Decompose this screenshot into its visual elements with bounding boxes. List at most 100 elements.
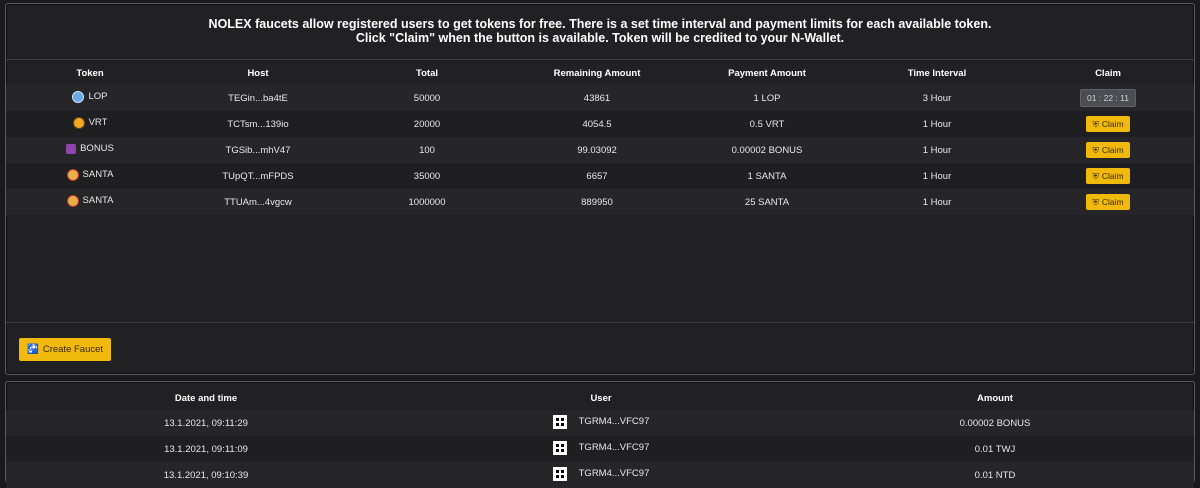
lop-coin-icon <box>72 90 85 103</box>
token-name: VRT <box>88 117 108 128</box>
header-interval: Time Interval <box>907 67 967 79</box>
claim-history-panel: Date and time User Amount 13.1.2021, 09:… <box>5 381 1195 488</box>
token-name: SANTA <box>82 169 114 180</box>
shield-icon: ⛨ <box>1092 144 1099 155</box>
claim-countdown: 01 : 22 : 11 <box>1080 89 1136 107</box>
host-cell: TGSib...mhV47 <box>174 137 342 163</box>
remaining-cell: 889950 <box>512 189 682 215</box>
claim-cell: ⛨ Claim <box>1022 189 1194 215</box>
header-user: User <box>590 392 612 404</box>
token-name: SANTA <box>82 195 114 206</box>
claim-history-table: Date and time User Amount 13.1.2021, 09:… <box>6 386 1194 488</box>
host-cell: TCTsm...139io <box>174 111 342 137</box>
divider <box>6 322 1194 323</box>
claim-button[interactable]: ⛨ Claim <box>1086 142 1130 158</box>
total-cell: 50000 <box>342 85 512 111</box>
amount-cell: 0.01 NTD <box>796 462 1194 488</box>
token-cell: LOP <box>6 85 174 111</box>
intro-line-2: Click "Claim" when the button is availab… <box>355 31 845 45</box>
divider <box>6 59 1194 60</box>
datetime-cell: 13.1.2021, 09:11:29 <box>6 410 406 436</box>
header-amount: Amount <box>977 392 1013 404</box>
amount-cell: 0.01 TWJ <box>796 436 1194 462</box>
user-avatar-icon <box>552 440 567 455</box>
interval-cell: 1 Hour <box>852 163 1022 189</box>
interval-cell: 3 Hour <box>852 85 1022 111</box>
claim-button[interactable]: ⛨ Claim <box>1086 116 1130 132</box>
token-cell: SANTA <box>6 189 174 215</box>
payment-cell: 0.5 VRT <box>682 111 852 137</box>
header-claim: Claim <box>1095 67 1121 79</box>
claim-cell: 01 : 22 : 11 <box>1022 85 1194 111</box>
faucet-icon: 🚰 <box>27 344 39 355</box>
remaining-cell: 4054.5 <box>512 111 682 137</box>
host-cell: TUpQT...mFPDS <box>174 163 342 189</box>
claim-button[interactable]: ⛨ Claim <box>1086 168 1130 184</box>
payment-cell: 0.00002 BONUS <box>682 137 852 163</box>
santa-coin-icon <box>66 194 79 207</box>
remaining-cell: 6657 <box>512 163 682 189</box>
total-cell: 35000 <box>342 163 512 189</box>
user-cell: TGRM4...VFC97 <box>406 436 796 462</box>
user-address: TGRM4...VFC97 <box>578 442 650 453</box>
table-row: LOP TEGin...ba4tE 50000 43861 1 LOP 3 Ho… <box>6 85 1194 111</box>
user-cell: TGRM4...VFC97 <box>406 462 796 488</box>
header-token: Token <box>76 67 104 79</box>
table-row: 13.1.2021, 09:11:09 TGRM4...VFC97 0.01 T… <box>6 436 1194 462</box>
token-cell: BONUS <box>6 137 174 163</box>
payment-cell: 1 SANTA <box>682 163 852 189</box>
shield-icon: ⛨ <box>1092 196 1099 207</box>
token-cell: SANTA <box>6 163 174 189</box>
vrt-coin-icon <box>72 116 85 129</box>
claim-cell: ⛨ Claim <box>1022 137 1194 163</box>
faucet-panel: NOLEX faucets allow registered users to … <box>5 3 1195 375</box>
interval-cell: 1 Hour <box>852 111 1022 137</box>
table-row: SANTA TUpQT...mFPDS 35000 6657 1 SANTA 1… <box>6 163 1194 189</box>
user-address: TGRM4...VFC97 <box>578 416 650 427</box>
total-cell: 1000000 <box>342 189 512 215</box>
total-cell: 20000 <box>342 111 512 137</box>
shield-icon: ⛨ <box>1092 118 1099 129</box>
claim-cell: ⛨ Claim <box>1022 111 1194 137</box>
user-avatar-icon <box>552 414 567 429</box>
faucet-table: Token Host Total Remaining Amount Paymen… <box>6 61 1194 215</box>
intro-line-1: NOLEX faucets allow registered users to … <box>208 17 992 31</box>
table-row: VRT TCTsm...139io 20000 4054.5 0.5 VRT 1… <box>6 111 1194 137</box>
santa-coin-icon <box>66 168 79 181</box>
table-row: 13.1.2021, 09:11:29 TGRM4...VFC97 0.0000… <box>6 410 1194 436</box>
create-faucet-button[interactable]: 🚰 Create Faucet <box>19 338 112 361</box>
header-host: Host <box>247 67 269 79</box>
faucet-table-header: Token Host Total Remaining Amount Paymen… <box>6 61 1194 85</box>
history-table-header: Date and time User Amount <box>6 386 1194 410</box>
create-faucet-label: Create Faucet <box>42 344 104 355</box>
user-avatar-icon <box>552 466 567 481</box>
table-row: SANTA TTUAm...4vgcw 1000000 889950 25 SA… <box>6 189 1194 215</box>
table-row: BONUS TGSib...mhV47 100 99.03092 0.00002… <box>6 137 1194 163</box>
claim-label: Claim <box>1101 145 1124 155</box>
amount-cell: 0.00002 BONUS <box>796 410 1194 436</box>
header-remaining: Remaining Amount <box>553 67 641 79</box>
remaining-cell: 99.03092 <box>512 137 682 163</box>
claim-label: Claim <box>1101 171 1124 181</box>
claim-cell: ⛨ Claim <box>1022 163 1194 189</box>
host-cell: TEGin...ba4tE <box>174 85 342 111</box>
header-datetime: Date and time <box>174 392 238 404</box>
host-cell: TTUAm...4vgcw <box>174 189 342 215</box>
total-cell: 100 <box>342 137 512 163</box>
datetime-cell: 13.1.2021, 09:10:39 <box>6 462 406 488</box>
table-row: 13.1.2021, 09:10:39 TGRM4...VFC97 0.01 N… <box>6 462 1194 488</box>
datetime-cell: 13.1.2021, 09:11:09 <box>6 436 406 462</box>
token-name: BONUS <box>80 143 114 155</box>
user-cell: TGRM4...VFC97 <box>406 410 796 436</box>
token-name: LOP <box>88 91 108 102</box>
shield-icon: ⛨ <box>1092 170 1099 181</box>
payment-cell: 25 SANTA <box>682 189 852 215</box>
faucet-intro: NOLEX faucets allow registered users to … <box>6 4 1194 47</box>
claim-label: Claim <box>1101 119 1124 129</box>
claim-button[interactable]: ⛨ Claim <box>1086 194 1130 210</box>
header-payment: Payment Amount <box>728 67 806 79</box>
remaining-cell: 43861 <box>512 85 682 111</box>
claim-label: Claim <box>1101 197 1124 207</box>
bonus-coin-icon <box>66 143 77 154</box>
interval-cell: 1 Hour <box>852 189 1022 215</box>
